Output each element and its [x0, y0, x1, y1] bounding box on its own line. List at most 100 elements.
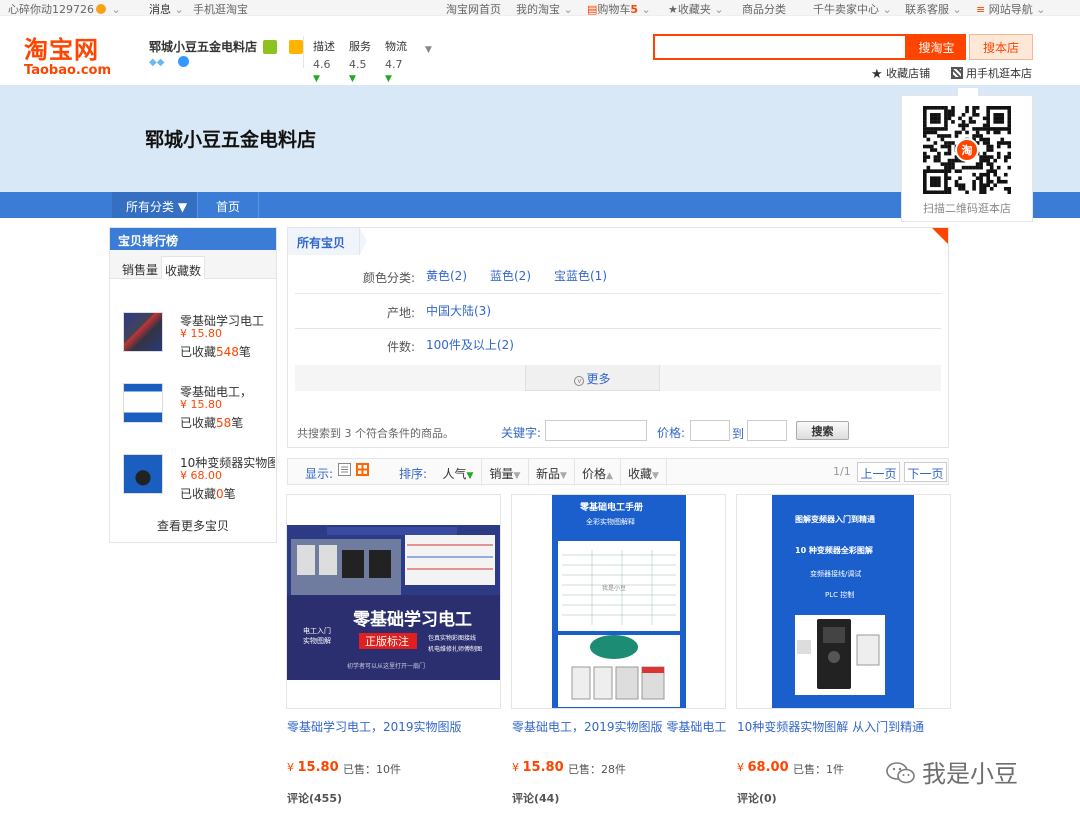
product-reviews[interactable]: 评论(0) — [737, 790, 777, 806]
filter-row-color: 颜色分类: 黄色(2) 蓝色(2) 宝蓝色(1) — [295, 260, 941, 294]
wechat-icon — [886, 762, 915, 784]
sort-sales[interactable]: 销量▼ — [482, 459, 529, 486]
product-price: ¥ 68.00 — [737, 760, 789, 775]
site-nav-link[interactable]: ≡ 网站导航 ⌄ — [976, 1, 1045, 17]
product-title[interactable]: 10种变频器实物图解 从入门到精通 — [737, 718, 957, 735]
grid-view-icon[interactable] — [356, 463, 369, 476]
star-icon: ★ — [668, 3, 678, 16]
shop-ratings[interactable]: 描述 服务 物流 4.6 ▼ 4.5 ▼ 4.7 ▼ — [313, 38, 407, 84]
rank-item[interactable]: 10种变频器实物图 ¥ 68.00 已收藏0笔 — [123, 454, 275, 514]
svg-text:变频器接线/调试: 变频器接线/调试 — [810, 569, 861, 578]
filter-search-button[interactable]: 搜索 — [796, 421, 849, 440]
product-reviews[interactable]: 评论(44) — [512, 790, 559, 806]
svg-text:正版标注: 正版标注 — [365, 634, 409, 648]
tab-sales[interactable]: 销售量 — [119, 256, 161, 279]
rating-value-logistics: 4.7 ▼ — [385, 58, 403, 84]
star-icon: ★ — [871, 67, 883, 82]
shop-level-diamonds: ◆◆ — [149, 56, 190, 68]
consumer-protection-badge-icon — [289, 40, 304, 54]
mobile-taobao-link[interactable]: 手机逛淘宝 — [193, 1, 248, 17]
mobile-store-link[interactable]: 用手机逛本店 — [951, 65, 1032, 81]
filter-option[interactable]: 蓝色(2) — [490, 267, 531, 284]
product-image[interactable]: 图解变频器入门到精通 10 种变频器全彩图解 变频器接线/调试 PLC 控制 — [736, 494, 951, 709]
svg-text:图解变频器入门到精通: 图解变频器入门到精通 — [795, 514, 875, 524]
svg-text:PLC 控制: PLC 控制 — [825, 590, 854, 599]
product-sold: 已售：28件 — [568, 763, 626, 776]
result-count: 共搜索到 3 个符合条件的商品。 — [297, 427, 454, 440]
rank-item[interactable]: 零基础电工， ¥ 15.80 已收藏58笔 — [123, 383, 273, 443]
seller-dot-icon — [178, 56, 190, 67]
prev-page-button[interactable]: 上一页 — [857, 462, 900, 482]
nav-all-categories[interactable]: 所有分类 ▼ — [112, 192, 197, 218]
corner-flag-icon — [932, 228, 948, 244]
cart-count: 5 — [630, 3, 639, 16]
qr-popup-tab — [958, 88, 978, 96]
nav-home[interactable]: 首页 — [198, 192, 258, 218]
rating-value-service: 4.5 ▼ — [349, 58, 367, 84]
chevron-down-icon: ⌄ — [638, 3, 651, 16]
qrcode-icon: 淘 — [923, 106, 1011, 194]
product-image[interactable]: 零基础电工手册 全彩实物图解释 我是小豆 — [511, 494, 726, 709]
search-input[interactable] — [653, 34, 907, 60]
chevron-down-icon: ⌄ — [560, 3, 573, 16]
shop-name-header[interactable]: 郓城小豆五金电料店 — [149, 38, 304, 55]
filter-more-button[interactable]: v 更多 — [525, 365, 660, 391]
qr-caption: 扫描二维码逛本店 — [923, 202, 1011, 215]
rating-value-desc: 4.6 ▼ — [313, 58, 331, 84]
categories-link[interactable]: 商品分类 — [742, 1, 786, 17]
favorites-link[interactable]: ★收藏夹 ⌄ — [668, 1, 724, 17]
svg-text:零基础电工手册: 零基础电工手册 — [579, 501, 643, 513]
filter-panel: 所有宝贝 颜色分类: 黄色(2) 蓝色(2) 宝蓝色(1) 产地: 中国大陆(3… — [287, 227, 949, 448]
next-page-button[interactable]: 下一页 — [904, 462, 947, 482]
all-items-tab[interactable]: 所有宝贝 — [288, 228, 360, 255]
price-max-input[interactable] — [747, 420, 787, 441]
coin-icon — [96, 4, 106, 14]
tab-favorites[interactable]: 收藏数 — [161, 256, 206, 279]
qr-center-logo: 淘 — [962, 143, 973, 157]
filter-option[interactable]: 中国大陆(3) — [426, 302, 491, 319]
filter-option[interactable]: 宝蓝色(1) — [554, 267, 607, 284]
sort-favorites[interactable]: 收藏▼ — [621, 459, 667, 486]
product-thumbnail[interactable] — [123, 312, 163, 352]
favorite-store-link[interactable]: ★ 收藏店铺 — [871, 65, 930, 82]
list-view-icon[interactable] — [338, 463, 351, 476]
rating-label-logistics: 物流 — [385, 40, 407, 53]
taobao-logo[interactable]: 淘宝网 Taobao.com — [24, 30, 124, 78]
product-image[interactable]: 零基础学习电工 正版标注 电工入门 实物图解 包真实物彩图接线 机电维修扎师傅制… — [286, 494, 501, 709]
support-link[interactable]: 联系客服 ⌄ — [905, 1, 962, 17]
filter-option[interactable]: 100件及以上(2) — [426, 336, 514, 353]
qr-popup: 淘 扫描二维码逛本店 — [901, 95, 1033, 222]
search-shop-button[interactable]: 搜本店 — [969, 34, 1033, 60]
messages-link[interactable]: 消息 ⌄ — [149, 1, 184, 17]
keyword-input[interactable] — [545, 420, 647, 441]
site-topbar: 心碎你动129726 ⌄ 消息 ⌄ 手机逛淘宝 淘宝网首页 我的淘宝 ⌄ ▤购物… — [0, 0, 1080, 16]
taobao-home-link[interactable]: 淘宝网首页 — [446, 1, 501, 17]
search-taobao-button[interactable]: 搜淘宝 — [907, 34, 966, 60]
product-title[interactable]: 零基础电工，2019实物图版 零基础电工 — [512, 718, 732, 735]
svg-text:机电维修扎师傅制图: 机电维修扎师傅制图 — [428, 645, 482, 653]
my-taobao-link[interactable]: 我的淘宝 ⌄ — [516, 1, 573, 17]
sort-price[interactable]: 价格▲ — [575, 459, 621, 486]
sort-popularity[interactable]: 人气▼ — [435, 459, 482, 486]
ratings-expand-icon[interactable]: ▼ — [425, 45, 432, 55]
seller-center-link[interactable]: 千牛卖家中心 ⌄ — [813, 1, 892, 17]
product-reviews[interactable]: 评论(455) — [287, 790, 342, 806]
filter-option[interactable]: 黄色(2) — [426, 267, 467, 284]
user-link[interactable]: 心碎你动129726 ⌄ — [8, 1, 121, 17]
chevron-down-icon: ⌄ — [710, 3, 724, 16]
svg-text:10 种变频器全彩图解: 10 种变频器全彩图解 — [795, 545, 873, 555]
rank-item[interactable]: 零基础学习电工 ¥ 15.80 已收藏548笔 — [123, 312, 273, 372]
arrow-down-icon: ▼ — [513, 471, 521, 481]
sort-new[interactable]: 新品▼ — [529, 459, 575, 486]
view-more-items-link[interactable]: 查看更多宝贝 — [110, 517, 276, 534]
product-title[interactable]: 零基础学习电工，2019实物图版 — [287, 718, 507, 735]
cart-link[interactable]: ▤购物车5 ⌄ — [587, 1, 651, 17]
chevron-down-icon: ⌄ — [949, 3, 962, 16]
arrow-down-icon: ▼ — [560, 471, 567, 481]
product-thumbnail[interactable] — [123, 454, 163, 494]
arrow-down-icon: ▼ — [313, 74, 320, 84]
price-min-input[interactable] — [690, 420, 730, 441]
product-thumbnail[interactable] — [123, 383, 163, 423]
diamond-icon: ◆◆ — [149, 57, 165, 68]
chevron-down-icon: ⌄ — [879, 3, 892, 16]
